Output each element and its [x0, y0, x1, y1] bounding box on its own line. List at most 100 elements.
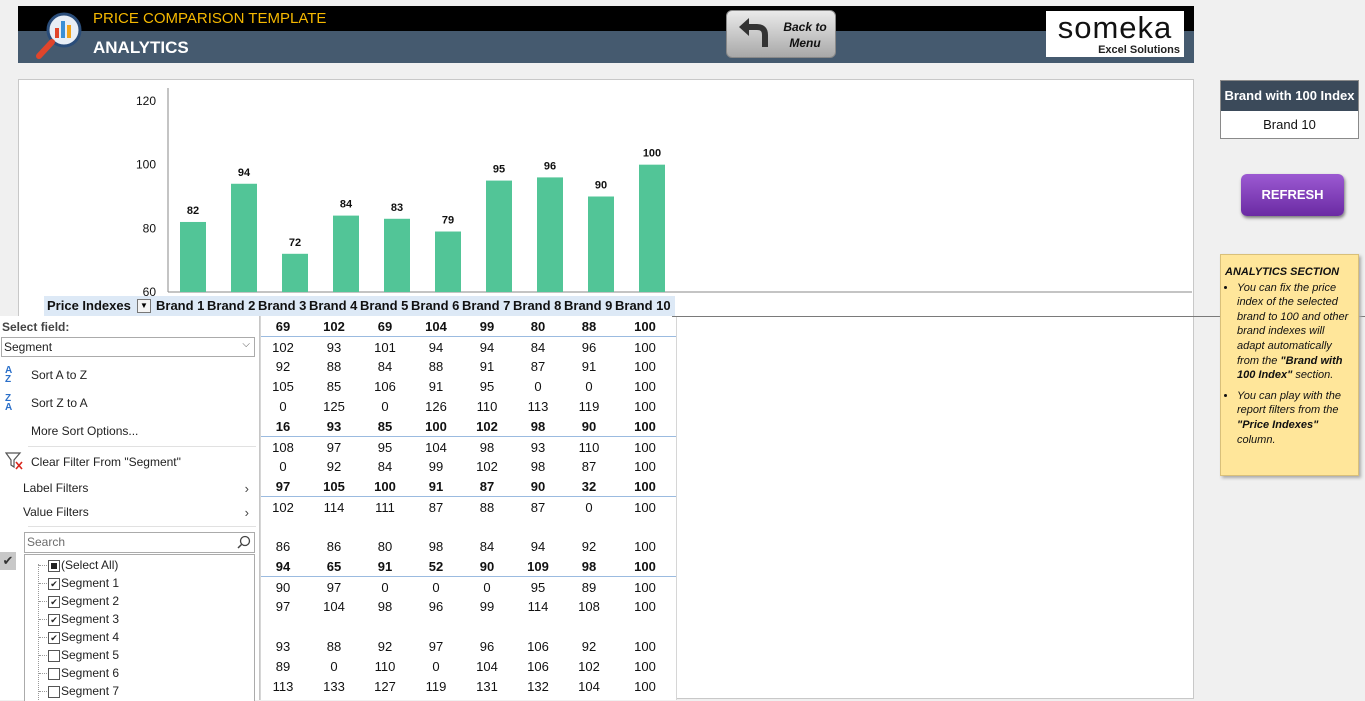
- pivot-cell: 0: [432, 580, 440, 595]
- chart-bar: [384, 218, 410, 292]
- filter-dropdown-icon[interactable]: ▼: [137, 299, 151, 313]
- pivot-cell: 119: [425, 679, 447, 694]
- pivot-column-header[interactable]: Brand 4: [309, 298, 357, 313]
- pivot-column-header[interactable]: Brand 10: [615, 298, 671, 313]
- pivot-cell: 84: [479, 539, 495, 554]
- checkbox[interactable]: ✔: [48, 614, 60, 626]
- pivot-cell: 88: [479, 500, 495, 515]
- chart-bar: [588, 196, 614, 292]
- pivot-cell: 87: [479, 479, 495, 494]
- pivot-column-header[interactable]: Brand 8: [513, 298, 561, 313]
- note-bullet: You can fix the price index of the selec…: [1237, 281, 1354, 383]
- pivot-table-row: [261, 516, 676, 536]
- pivot-cell: 109: [527, 559, 549, 574]
- checkbox[interactable]: [48, 560, 60, 572]
- pivot-cell: 114: [527, 599, 549, 614]
- filter-list-item[interactable]: Segment 6: [39, 666, 119, 684]
- pivot-cell: 86: [326, 539, 342, 554]
- clear-filter-item[interactable]: Clear Filter From "Segment": [31, 455, 181, 469]
- pivot-cell: 0: [585, 500, 593, 515]
- sort-a-to-z-item[interactable]: Sort A to Z: [31, 368, 87, 382]
- pivot-column-header[interactable]: Brand 6: [411, 298, 459, 313]
- pivot-cell: 91: [428, 379, 444, 394]
- pivot-cell: 100: [425, 419, 447, 434]
- checkbox[interactable]: [48, 668, 60, 680]
- filter-list-item[interactable]: ✔ Segment 1: [39, 576, 119, 594]
- pivot-cell: 0: [330, 659, 338, 674]
- pivot-cell: 0: [381, 580, 389, 595]
- checkbox[interactable]: ✔: [48, 632, 60, 644]
- pivot-column-header[interactable]: Brand 3: [258, 298, 306, 313]
- select-field-dropdown[interactable]: Segment ⌵: [1, 337, 255, 357]
- more-sort-options-item[interactable]: More Sort Options...: [31, 424, 138, 438]
- brand-100-index-value[interactable]: Brand 10: [1221, 111, 1358, 138]
- clear-filter-icon: [5, 452, 23, 470]
- refresh-button[interactable]: REFRESH: [1241, 174, 1344, 216]
- value-filters-item[interactable]: Value Filters ›: [23, 505, 255, 520]
- pivot-column-header[interactable]: Brand 9: [564, 298, 612, 313]
- pivot-cell: 88: [581, 319, 597, 334]
- pivot-cell: 100: [634, 399, 656, 414]
- pivot-cell: 0: [279, 459, 287, 474]
- filter-list-item[interactable]: ✔ Segment 3: [39, 612, 119, 630]
- pivot-cell: 102: [578, 659, 600, 674]
- pivot-cell: 85: [326, 379, 342, 394]
- pivot-cell: 113: [272, 679, 294, 694]
- pivot-cell: 101: [374, 340, 396, 355]
- pivot-cell: 65: [326, 559, 342, 574]
- pivot-cell: 100: [634, 679, 656, 694]
- sort-az-icon: AZ: [5, 365, 13, 385]
- chart-bar: [435, 231, 461, 292]
- pivot-cell: 106: [527, 639, 549, 654]
- filter-list-item[interactable]: (Select All): [39, 558, 118, 576]
- pivot-cell: 102: [476, 419, 498, 434]
- pivot-table-row: 102 114 111 87 88 87 0 100: [261, 496, 676, 517]
- pivot-table-row: [261, 616, 676, 636]
- pivot-cell: 95: [377, 440, 393, 455]
- pivot-cell: 119: [578, 399, 600, 414]
- filter-list-item[interactable]: Segment 7: [39, 684, 119, 701]
- brand-100-index-header: Brand with 100 Index: [1221, 81, 1358, 111]
- pivot-cell: 100: [634, 559, 656, 574]
- checkbox[interactable]: ✔: [48, 596, 60, 608]
- pivot-cell: 84: [377, 359, 393, 374]
- pivot-cell: 89: [581, 580, 597, 595]
- label-filters-item[interactable]: Label Filters ›: [23, 481, 255, 496]
- pivot-cell: 100: [634, 479, 656, 494]
- pivot-table-row: 0 125 0 126 110 113 119 100: [261, 396, 676, 416]
- pivot-cell: 98: [530, 459, 546, 474]
- checkbox[interactable]: [48, 686, 60, 698]
- pivot-cell: 126: [425, 399, 447, 414]
- pivot-cell: 113: [527, 399, 549, 414]
- pivot-table-row: 97 105 100 91 87 90 32 100: [261, 476, 676, 496]
- pivot-cell: 97: [428, 639, 444, 654]
- pivot-cell: 85: [377, 419, 393, 434]
- pivot-cell: 92: [326, 459, 342, 474]
- pivot-column-header[interactable]: Brand 7: [462, 298, 510, 313]
- pivot-table-row: 93 88 92 97 96 106 92 100: [261, 636, 676, 656]
- pivot-table-row: 89 0 110 0 104 106 102 100: [261, 656, 676, 676]
- filter-list-item[interactable]: ✔ Segment 2: [39, 594, 119, 612]
- sort-z-to-a-item[interactable]: Sort Z to A: [31, 396, 88, 410]
- pivot-cell: 100: [634, 539, 656, 554]
- pivot-column-header[interactable]: Brand 5: [360, 298, 408, 313]
- bar-data-label: 83: [391, 202, 403, 214]
- tree-line: [38, 564, 39, 700]
- pivot-cell: 91: [377, 559, 393, 574]
- pivot-cell: 111: [375, 500, 395, 515]
- pivot-column-header[interactable]: Brand 1: [156, 298, 204, 313]
- pivot-column-header[interactable]: Brand 2: [207, 298, 255, 313]
- pivot-cell: 96: [581, 340, 597, 355]
- search-input[interactable]: Search: [24, 532, 255, 553]
- checkbox[interactable]: ✔: [48, 578, 60, 590]
- pivot-cell: 98: [377, 599, 393, 614]
- filter-list-item[interactable]: ✔ Segment 4: [39, 630, 119, 648]
- pivot-cell: 95: [479, 379, 495, 394]
- bar-data-label: 96: [544, 160, 556, 172]
- pivot-cell: 99: [428, 459, 444, 474]
- filter-list-item[interactable]: Segment 5: [39, 648, 119, 666]
- checkbox[interactable]: [48, 650, 60, 662]
- pivot-cell: 100: [634, 459, 656, 474]
- pivot-cell: 80: [377, 539, 393, 554]
- pivot-cell: 0: [534, 379, 542, 394]
